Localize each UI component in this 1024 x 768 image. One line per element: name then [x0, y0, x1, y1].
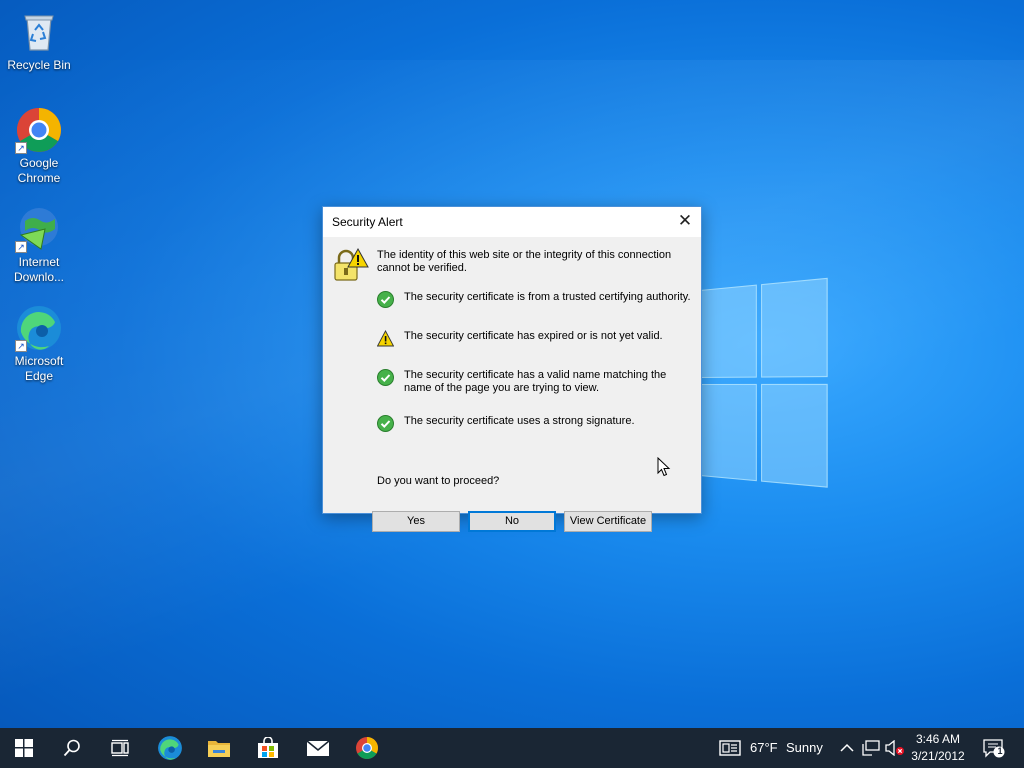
taskbar-file-explorer-button[interactable] [195, 728, 243, 768]
mouse-cursor-icon [657, 456, 671, 477]
edge-icon [158, 736, 182, 760]
notification-count-badge: 1 [997, 746, 1003, 756]
chrome-icon [356, 737, 378, 759]
dialog-title: Security Alert [332, 215, 403, 229]
check-text: The security certificate is from a trust… [404, 291, 691, 303]
close-button[interactable]: ✕ [669, 207, 701, 237]
internet-download-manager-icon: ↗ [15, 205, 63, 253]
desktop-icon-label: Google Chrome [17, 156, 61, 185]
chrome-icon: ↗ [15, 106, 63, 154]
network-button[interactable] [860, 728, 882, 768]
dialog-titlebar[interactable]: Security Alert ✕ [323, 207, 701, 237]
no-button[interactable]: No [468, 511, 556, 532]
desktop-icon-label: Microsoft Edge [14, 354, 64, 383]
news-weather-icon [719, 740, 741, 756]
check-text: The security certificate uses a strong s… [404, 415, 635, 427]
volume-muted-icon [885, 740, 904, 756]
task-view-icon [111, 739, 129, 757]
action-center-button[interactable]: 1 [982, 728, 1006, 768]
view-certificate-button[interactable]: View Certificate [564, 511, 652, 532]
dialog-body: The identity of this web site or the int… [323, 237, 701, 532]
warning-icon [376, 330, 395, 347]
clock-date: 3/21/2012 [911, 749, 965, 763]
check-text: The security certificate has a valid nam… [404, 369, 667, 394]
edge-icon: ↗ [15, 304, 63, 352]
green-check-icon [377, 415, 394, 432]
store-icon [258, 737, 278, 758]
green-check-icon [377, 369, 394, 386]
weather-temperature[interactable]: 67°F [750, 740, 778, 755]
weather-condition[interactable]: Sunny [786, 740, 823, 755]
show-hidden-icons-button[interactable] [836, 728, 858, 768]
file-explorer-icon [208, 741, 230, 757]
start-icon [15, 739, 33, 757]
dialog-intro-text: The identity of this web site or the int… [377, 249, 672, 274]
taskbar-store-button[interactable] [244, 728, 292, 768]
clock[interactable]: 3:46 AM 3/21/2012 [904, 731, 972, 765]
search-icon [63, 739, 80, 757]
taskbar-edge-button[interactable] [146, 728, 194, 768]
recycle-bin-icon [15, 8, 63, 56]
weather-widget[interactable] [718, 728, 742, 768]
check-text: The security certificate has expired or … [404, 330, 663, 342]
desktop-icon-label: Recycle Bin [7, 58, 71, 72]
task-view-button[interactable] [96, 728, 144, 768]
taskbar-chrome-button[interactable] [343, 728, 391, 768]
desktop-icon-recycle-bin[interactable]: Recycle Bin [4, 8, 74, 73]
desktop-icon-microsoft-edge[interactable]: ↗ Microsoft Edge [4, 304, 74, 384]
volume-button[interactable] [884, 728, 906, 768]
desktop-icon-internet-download-manager[interactable]: ↗ Internet Downlo... [4, 205, 74, 285]
security-alert-dialog: Security Alert ✕ The identity of this we… [322, 206, 702, 532]
green-check-icon [377, 291, 394, 308]
search-button[interactable] [48, 728, 96, 768]
proceed-question: Do you want to proceed? [377, 475, 500, 487]
start-button[interactable] [0, 728, 48, 768]
padlock-warning-icon [333, 247, 369, 283]
yes-button[interactable]: Yes [372, 511, 460, 532]
wallpaper-windows-logo [700, 277, 828, 493]
mail-icon [306, 740, 330, 756]
taskbar: 67°F Sunny 3:46 AM 3/21/2012 1 [0, 728, 1024, 768]
desktop-icon-google-chrome[interactable]: ↗ Google Chrome [4, 106, 74, 186]
network-icon [862, 740, 880, 756]
chevron-up-icon [840, 743, 854, 752]
taskbar-mail-button[interactable] [294, 728, 342, 768]
clock-time: 3:46 AM [915, 732, 961, 746]
desktop-icon-label: Internet Downlo... [13, 255, 65, 284]
